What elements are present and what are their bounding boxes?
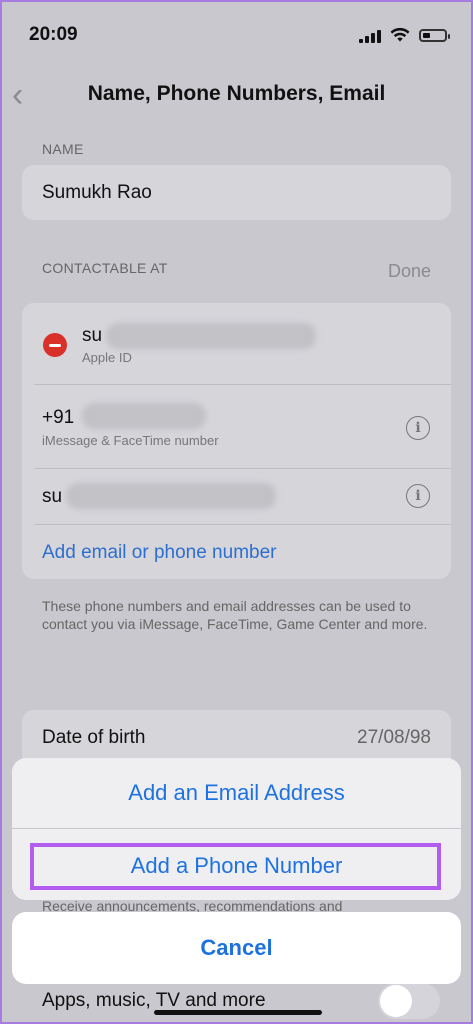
status-time: 20:09	[29, 24, 78, 45]
phone-prefix: +91	[42, 407, 75, 428]
apple-id-label: Apple ID	[82, 350, 132, 365]
done-button[interactable]: Done	[388, 261, 431, 282]
email-prefix: su	[42, 486, 63, 507]
battery-icon	[419, 29, 450, 42]
name-value: Sumukh Rao	[42, 182, 152, 203]
signal-icon	[359, 29, 381, 43]
status-icons	[359, 28, 450, 43]
redacted-phone	[82, 403, 206, 429]
cancel-button[interactable]: Cancel	[12, 912, 461, 984]
contactable-card: su Apple ID +91 iMessage & FaceTime numb…	[22, 303, 451, 579]
divider	[34, 468, 451, 469]
add-email-or-phone-link[interactable]: Add email or phone number	[42, 542, 276, 564]
highlight-box	[30, 843, 441, 890]
apps-toggle[interactable]	[378, 983, 440, 1019]
divider	[12, 828, 461, 829]
dob-label: Date of birth	[42, 727, 146, 748]
divider	[34, 524, 451, 525]
contactable-footnote: These phone numbers and email addresses …	[42, 598, 428, 632]
home-indicator	[154, 1010, 322, 1015]
name-section-label: NAME	[42, 141, 84, 157]
remove-minus-icon[interactable]	[43, 333, 67, 357]
wifi-icon	[390, 28, 410, 42]
page-title: Name, Phone Numbers, Email	[87, 82, 386, 105]
divider	[34, 384, 451, 385]
apps-row-label: Apps, music, TV and more	[42, 990, 266, 1011]
redacted-email-2	[66, 483, 276, 509]
contactable-section-label: CONTACTABLE AT	[42, 260, 168, 276]
info-icon[interactable]: i	[406, 484, 430, 508]
dob-value: 27/08/98	[357, 727, 431, 748]
phone-sublabel: iMessage & FaceTime number	[42, 433, 219, 448]
info-icon[interactable]: i	[406, 416, 430, 440]
redacted-email	[106, 323, 316, 349]
add-email-address-button[interactable]: Add an Email Address	[12, 780, 461, 806]
name-field[interactable]: Sumukh Rao	[22, 165, 451, 220]
apple-id-prefix: su	[82, 325, 103, 346]
